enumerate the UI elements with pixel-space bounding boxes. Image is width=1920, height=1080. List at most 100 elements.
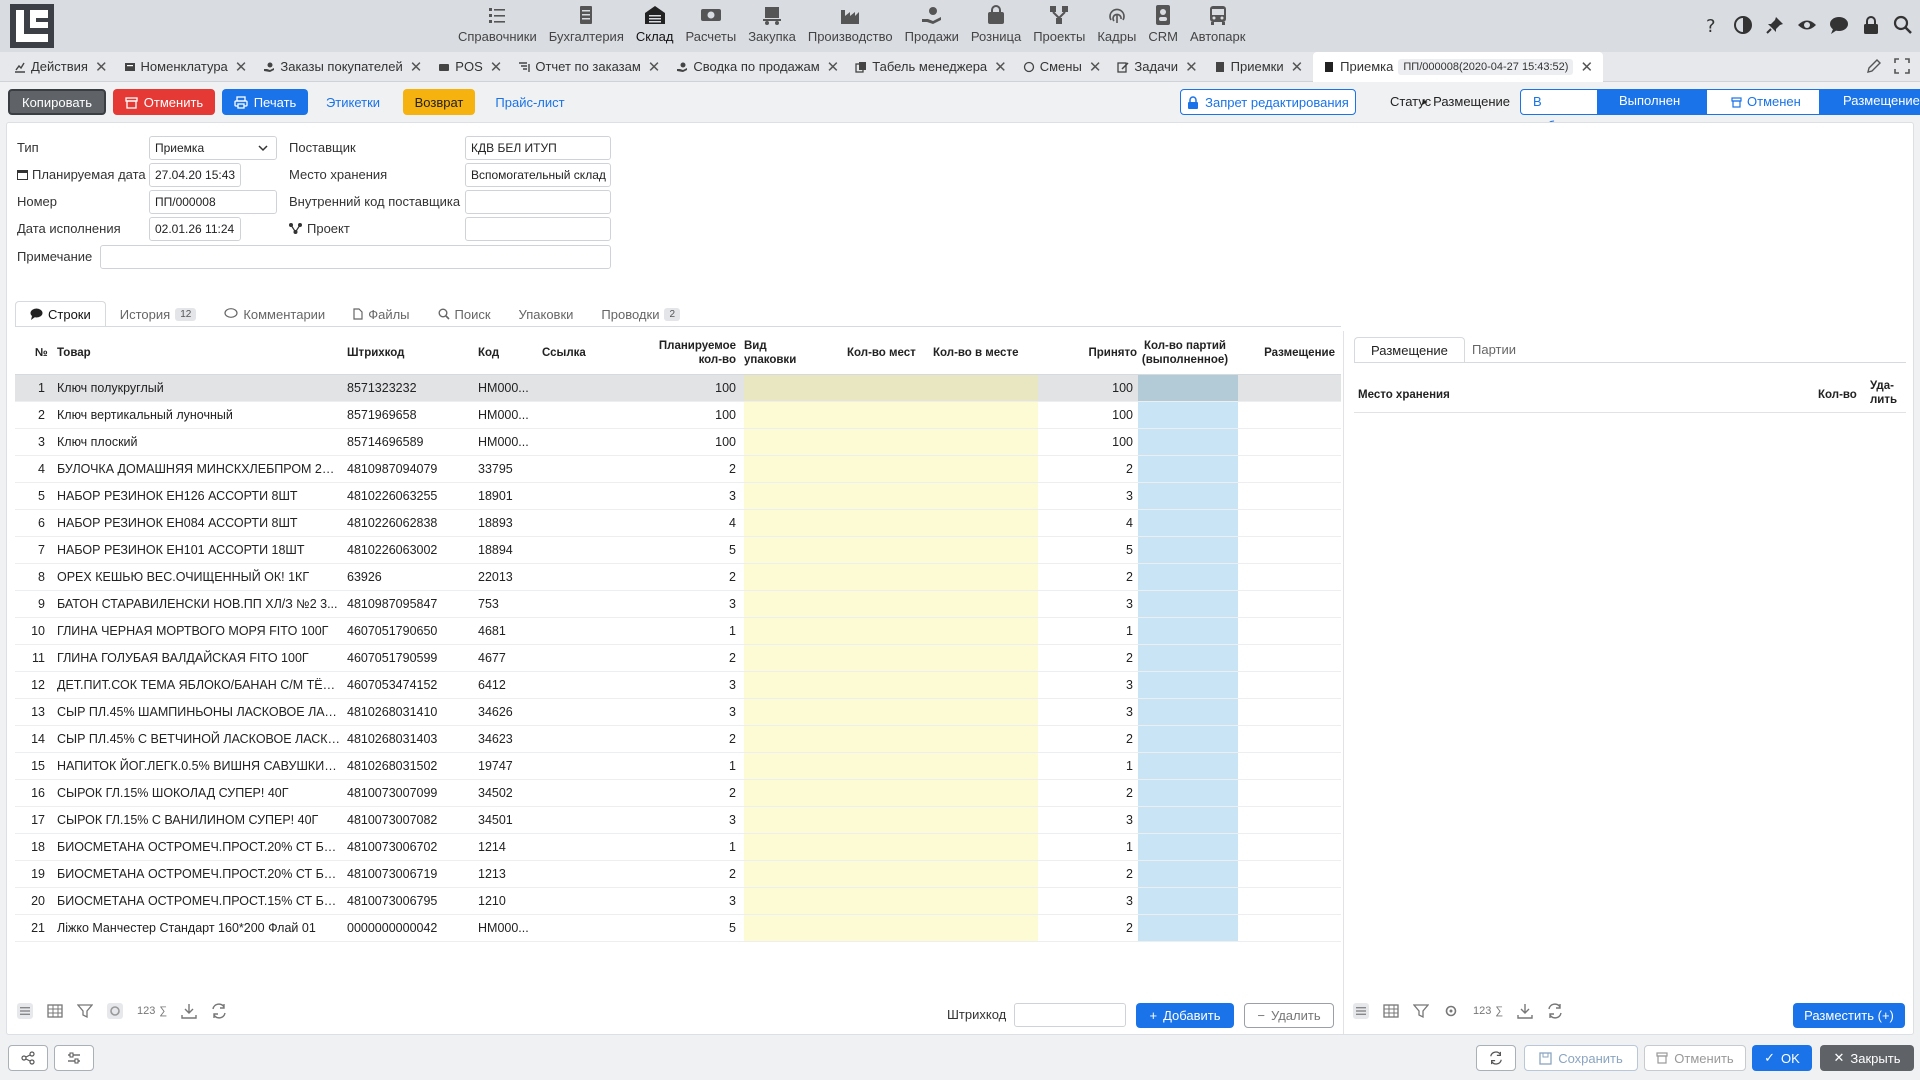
row-number[interactable]: 16 <box>15 780 45 806</box>
product-cell[interactable]: БАТОН СТАРАВИЛЕНСКИ НОВ.ПП ХЛ/З №2 3... <box>57 591 341 617</box>
accepted-cell[interactable]: 3 <box>1055 699 1133 725</box>
status-step-in-work[interactable]: В работе <box>1520 89 1598 133</box>
accepted-cell[interactable]: 1 <box>1055 618 1133 644</box>
barcode-cell[interactable]: 63926 <box>347 564 472 590</box>
pack-places-cell[interactable] <box>744 672 1038 698</box>
row-number[interactable]: 5 <box>15 483 45 509</box>
table-view-icon[interactable] <box>1383 1003 1399 1019</box>
product-cell[interactable]: ГЛИНА ГОЛУБАЯ ВАЛДАЙСКАЯ FITO 100Г <box>57 645 341 671</box>
product-cell[interactable]: НАБОР РЕЗИНОК ЕН101 АССОРТИ 18ШТ <box>57 537 341 563</box>
table-row[interactable]: 12 ДЕТ.ПИТ.СОК ТЕМА ЯБЛОКО/БАНАН С/М ТЁМ.… <box>15 672 1341 699</box>
product-cell[interactable]: СЫРОК ГЛ.15% ШОКОЛАД СУПЕР! 40Г <box>57 780 341 806</box>
accepted-cell[interactable]: 2 <box>1055 780 1133 806</box>
sum-counter[interactable]: 123 ∑ <box>1473 1005 1503 1017</box>
accepted-cell[interactable]: 1 <box>1055 834 1133 860</box>
doc-tab-customer-orders[interactable]: Заказы покупателей ✕ <box>257 53 428 81</box>
accepted-cell[interactable]: 1 <box>1055 753 1133 779</box>
code-cell[interactable]: 18901 <box>478 483 538 509</box>
table-row[interactable]: 8 ОРЕХ КЕШЬЮ ВЕС.ОЧИЩЕННЫЙ ОК! 1КГ 63926 22… <box>15 564 1341 591</box>
doc-tab-orders-report[interactable]: Отчет по заказам ✕ <box>512 53 666 81</box>
table-row[interactable]: 5 НАБОР РЕЗИНОК ЕН126 АССОРТИ 8ШТ 48102260… <box>15 483 1341 510</box>
planned-cell[interactable]: 2 <box>653 780 736 806</box>
batches-cell[interactable] <box>1138 699 1238 725</box>
accepted-cell[interactable]: 3 <box>1055 807 1133 833</box>
close-icon[interactable]: ✕ <box>994 58 1007 76</box>
table-row[interactable]: 7 НАБОР РЕЗИНОК ЕН101 АССОРТИ 18ШТ 4810226… <box>15 537 1341 564</box>
close-button[interactable]: ✕ Закрыть <box>1820 1045 1914 1071</box>
close-icon[interactable]: ✕ <box>1185 58 1198 76</box>
accepted-cell[interactable]: 3 <box>1055 888 1133 914</box>
subtab-postings[interactable]: Проводки 2 <box>587 301 694 327</box>
product-cell[interactable]: БИОСМЕТАНА ОСТРОМЕЧ.ПРОСТ.15% СТ БРЕ... <box>57 888 341 914</box>
table-row[interactable]: 15 НАПИТОК ЙОГ.ЛЕГК.0.5% ВИШНЯ САВУШКИН..… <box>15 753 1341 780</box>
accepted-cell[interactable]: 2 <box>1055 726 1133 752</box>
row-number[interactable]: 18 <box>15 834 45 860</box>
row-number[interactable]: 2 <box>15 402 45 428</box>
col-accepted[interactable]: Принято <box>1075 331 1137 375</box>
planned-cell[interactable]: 100 <box>653 429 736 455</box>
barcode-cell[interactable]: 85714696589 <box>347 429 472 455</box>
accepted-cell[interactable]: 2 <box>1055 915 1133 941</box>
batches-cell[interactable] <box>1138 888 1238 914</box>
doc-tab-nomenclature[interactable]: Номенклатура ✕ <box>118 53 254 81</box>
code-cell[interactable]: НМ000... <box>478 429 538 455</box>
doc-tab-manager-timesheet[interactable]: Табель менеджера ✕ <box>849 53 1013 81</box>
accepted-cell[interactable]: 3 <box>1055 591 1133 617</box>
table-row[interactable]: 19 БИОСМЕТАНА ОСТРОМЕЧ.ПРОСТ.20% СТ БРЕ..… <box>15 861 1341 888</box>
product-cell[interactable]: Ключ вертикальный луночный <box>57 402 341 428</box>
planned-cell[interactable]: 1 <box>653 618 736 644</box>
batches-cell[interactable] <box>1138 510 1238 536</box>
product-cell[interactable]: БУЛОЧКА ДОМАШНЯЯ МИНСКХЛЕБПРОМ 250Г <box>57 456 341 482</box>
subtab-history[interactable]: История 12 <box>106 301 211 327</box>
row-number[interactable]: 13 <box>15 699 45 725</box>
row-number[interactable]: 4 <box>15 456 45 482</box>
col-delete[interactable]: Уда-лить <box>1870 379 1900 407</box>
barcode-input[interactable] <box>1014 1003 1126 1027</box>
col-places[interactable]: Кол-во мест <box>847 331 916 375</box>
planned-cell[interactable]: 3 <box>653 483 736 509</box>
barcode-cell[interactable]: 8571323232 <box>347 375 472 401</box>
close-icon[interactable]: ✕ <box>235 58 248 76</box>
planned-cell[interactable]: 100 <box>653 402 736 428</box>
planned-cell[interactable]: 3 <box>653 591 736 617</box>
save-button[interactable]: Сохранить <box>1524 1045 1638 1071</box>
doc-tab-actions[interactable]: Действия ✕ <box>8 53 114 81</box>
doc-tab-shifts[interactable]: Смены ✕ <box>1017 53 1108 81</box>
print-button[interactable]: Печать <box>222 89 308 115</box>
batches-cell[interactable] <box>1138 537 1238 563</box>
planned-cell[interactable]: 2 <box>653 861 736 887</box>
batches-cell[interactable] <box>1138 915 1238 941</box>
planned-cell[interactable]: 1 <box>653 834 736 860</box>
subtab-files[interactable]: Файлы <box>339 301 423 327</box>
table-row[interactable]: 11 ГЛИНА ГОЛУБАЯ ВАЛДАЙСКАЯ FITO 100Г 4607… <box>15 645 1341 672</box>
code-cell[interactable]: 18893 <box>478 510 538 536</box>
planned-cell[interactable]: 3 <box>653 807 736 833</box>
barcode-cell[interactable]: 4810073007082 <box>347 807 472 833</box>
row-number[interactable]: 6 <box>15 510 45 536</box>
status-step-done[interactable]: Выполнен <box>1597 89 1707 115</box>
nav-item-projects[interactable]: Проекты <box>1027 0 1091 52</box>
planned-cell[interactable]: 2 <box>653 645 736 671</box>
table-row[interactable]: 2 Ключ вертикальный луночный 8571969658 НМ0… <box>15 402 1341 429</box>
accepted-cell[interactable]: 2 <box>1055 645 1133 671</box>
close-icon[interactable]: ✕ <box>95 58 108 76</box>
doc-tab-pos[interactable]: POS ✕ <box>432 53 508 81</box>
subtab-packages[interactable]: Упаковки <box>505 301 588 327</box>
accepted-cell[interactable]: 100 <box>1055 402 1133 428</box>
type-select[interactable]: Приемка <box>149 136 277 160</box>
table-row[interactable]: 9 БАТОН СТАРАВИЛЕНСКИ НОВ.ПП ХЛ/З №2 3...… <box>15 591 1341 618</box>
code-cell[interactable]: 4681 <box>478 618 538 644</box>
subtab-comments[interactable]: Комментарии <box>210 301 339 327</box>
code-cell[interactable]: 1210 <box>478 888 538 914</box>
accepted-cell[interactable]: 5 <box>1055 537 1133 563</box>
table-row[interactable]: 21 Ліжко Манчестер Стандарт 160*200 Флай … <box>15 915 1341 942</box>
pack-places-cell[interactable] <box>744 429 1038 455</box>
close-icon[interactable]: ✕ <box>1089 58 1102 76</box>
help-icon[interactable]: ? <box>1700 14 1722 36</box>
pack-places-cell[interactable] <box>744 591 1038 617</box>
subtab-rows[interactable]: Строки <box>15 301 106 327</box>
table-row[interactable]: 6 НАБОР РЕЗИНОК ЕН084 АССОРТИ 8ШТ 48102260… <box>15 510 1341 537</box>
col-batches[interactable]: Кол-во партий (выполненное) <box>1142 331 1228 375</box>
col-in-place[interactable]: Кол-во в месте <box>933 331 1018 375</box>
product-cell[interactable]: НАПИТОК ЙОГ.ЛЕГК.0.5% ВИШНЯ САВУШКИН... <box>57 753 341 779</box>
